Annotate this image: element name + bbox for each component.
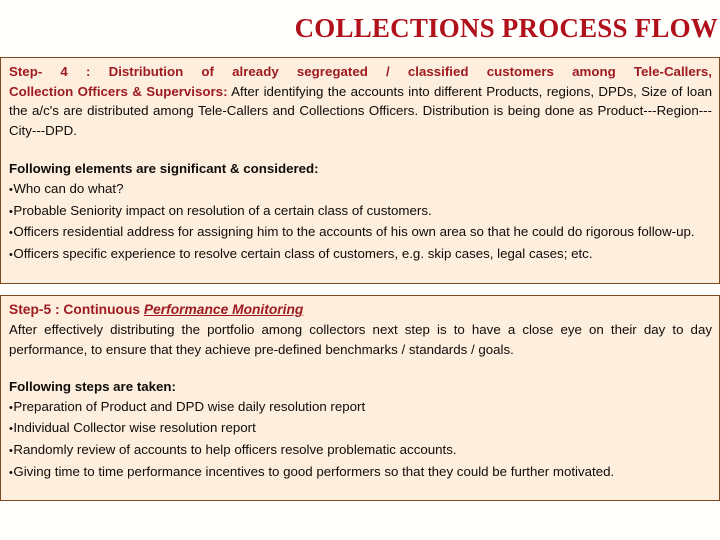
- list-item: Probable Seniority impact on resolution …: [9, 201, 712, 223]
- list-item: Who can do what?: [9, 179, 712, 201]
- step-4-panel: Step- 4 : Distribution of already segreg…: [0, 57, 720, 284]
- step-5-body-paragraph: After effectively distributing the portf…: [9, 322, 712, 357]
- step-4-spacer: [9, 140, 712, 159]
- step-5-spacer: [9, 359, 712, 377]
- list-item: Preparation of Product and DPD wise dail…: [9, 397, 712, 419]
- step-4-body-paragraph: Collection Officers & Supervisors: After…: [9, 82, 712, 141]
- list-item: Randomly review of accounts to help offi…: [9, 440, 712, 462]
- step-5-heading-prefix: Step-5 : Continuous: [9, 302, 144, 317]
- list-item: Giving time to time performance incentiv…: [9, 462, 712, 484]
- step-4-elements-heading: Following elements are significant & con…: [9, 161, 319, 177]
- step-5-heading: Step-5 : Continuous Performance Monitori…: [9, 300, 712, 320]
- step-4-bullet-list: Who can do what? Probable Seniority impa…: [9, 179, 712, 265]
- list-item: Officers specific experience to resolve …: [9, 244, 712, 266]
- step-4-lead-text-2: Collection Officers & Supervisors:: [9, 83, 228, 99]
- step-5-steps-heading: Following steps are taken:: [9, 379, 176, 395]
- list-item: Individual Collector wise resolution rep…: [9, 418, 712, 440]
- step-5-panel: Step-5 : Continuous Performance Monitori…: [0, 295, 720, 501]
- page-title: COLLECTIONS PROCESS FLOW: [294, 13, 718, 43]
- step-4-lead-text-1: Step- 4 : Distribution of already segreg…: [9, 64, 712, 79]
- step-4-lead-line-1: Step- 4 : Distribution of already segreg…: [9, 62, 712, 82]
- list-item: Officers residential address for assigni…: [9, 222, 712, 244]
- step-5-heading-emphasis: Performance Monitoring: [143, 302, 304, 317]
- step-5-bullet-list: Preparation of Product and DPD wise dail…: [9, 397, 712, 483]
